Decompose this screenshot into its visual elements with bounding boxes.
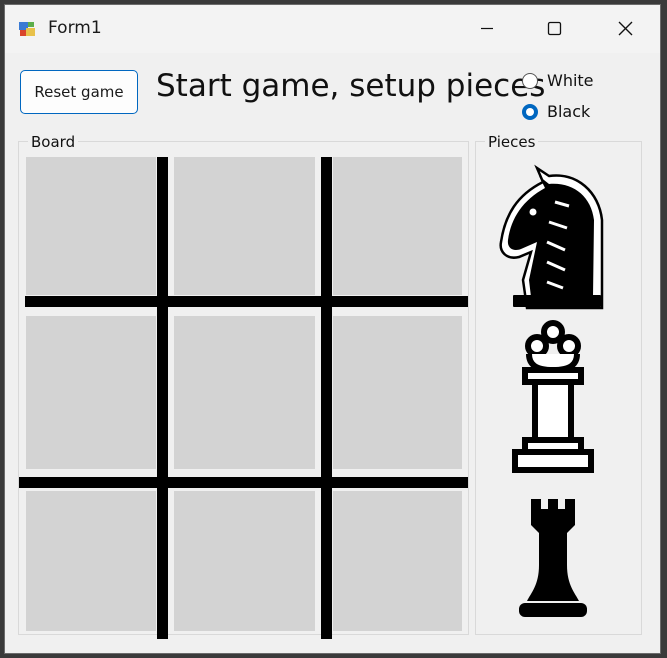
radio-white-label: White [547,71,594,90]
minimize-button[interactable] [463,5,511,51]
radio-circle-unchecked[interactable] [522,72,538,89]
form-client-area: Reset game Start game, setup pieces Whit… [5,53,660,653]
grid-line-horizontal-1 [25,296,468,307]
radio-white[interactable]: White [522,71,594,90]
queen-piece-icon[interactable] [505,318,601,476]
reset-game-button[interactable]: Reset game [20,70,138,114]
grid-line-vertical-2 [321,157,332,639]
radio-black[interactable]: Black [522,102,590,121]
pieces-group-label: Pieces [485,133,539,151]
app-icon [19,22,35,36]
board-cell-1[interactable] [26,157,156,295]
rook-piece-icon[interactable] [513,493,593,627]
board-cell-5[interactable] [174,316,315,469]
minimize-icon [481,27,493,30]
grid-line-horizontal-2 [19,477,468,488]
maximize-button[interactable] [531,5,579,51]
window-title: Form1 [48,18,102,38]
radio-black-label: Black [547,102,591,121]
board-group-label: Board [28,133,79,151]
board-cell-2[interactable] [174,157,315,295]
board-cell-6[interactable] [333,316,462,469]
close-button[interactable] [601,5,649,51]
status-heading: Start game, setup pieces [156,68,546,104]
radio-circle-checked[interactable] [522,103,538,120]
board-cell-7[interactable] [26,491,156,631]
grid-line-vertical-1 [157,157,168,639]
app-window: Form1 Reset game Start game, setup piece… [4,4,661,654]
maximize-icon [547,21,562,36]
board-cell-4[interactable] [26,316,156,469]
knight-piece-icon[interactable] [497,160,607,312]
board-cell-3[interactable] [333,157,462,295]
title-bar[interactable]: Form1 [5,5,660,53]
close-icon [618,21,633,36]
board-cell-9[interactable] [333,491,462,631]
board-cell-8[interactable] [174,491,315,631]
